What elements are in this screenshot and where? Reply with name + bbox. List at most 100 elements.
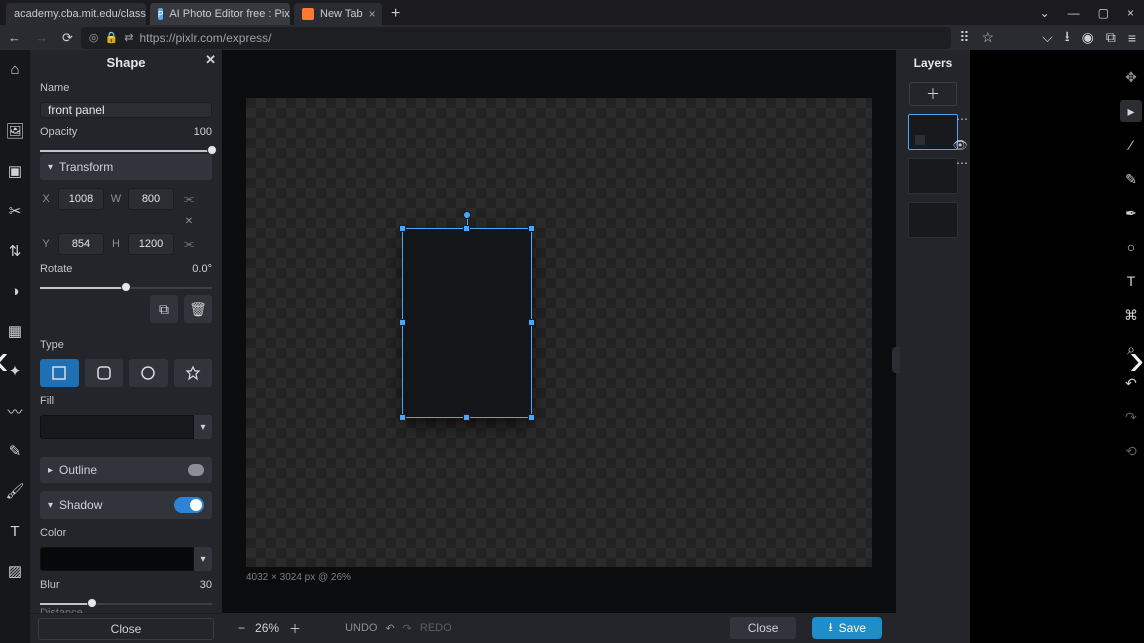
bezier-icon[interactable]: ✒	[1120, 202, 1142, 224]
w-input[interactable]	[128, 188, 174, 210]
browser-tab-3[interactable]: New Tab ×	[294, 3, 382, 25]
shape-type-ellipse[interactable]	[129, 359, 168, 387]
selected-shape[interactable]	[402, 228, 532, 418]
contrast-icon[interactable]: ◑	[2, 278, 28, 304]
text-tool-icon[interactable]: T	[1120, 270, 1142, 292]
lasso-icon[interactable]: 〰	[2, 398, 28, 424]
pen-tool-icon[interactable]: ✎	[1120, 168, 1142, 190]
close-button[interactable]: Close	[730, 617, 797, 639]
circle-icon[interactable]: ○	[1120, 236, 1142, 258]
x-input[interactable]	[58, 188, 104, 210]
close-panel-button[interactable]: Close	[38, 618, 214, 640]
save-icon: ⭳	[828, 618, 832, 639]
add-layer-button[interactable]: ＋	[909, 82, 957, 106]
url-input[interactable]: ◎ 🔒 ⇄ https://pixlr.com/express/	[81, 27, 951, 49]
permissions-icon: ⇄	[124, 31, 133, 44]
pointer-icon[interactable]: ▸	[1120, 100, 1142, 122]
link-icon[interactable]: ⫘	[180, 193, 198, 206]
resize-handle[interactable]	[463, 414, 470, 421]
x-label: X	[40, 193, 52, 205]
sparkle-icon[interactable]: ✦	[2, 358, 28, 384]
adjust-icon[interactable]: ⇅	[2, 238, 28, 264]
resize-handle[interactable]	[399, 319, 406, 326]
text-icon[interactable]: T	[2, 518, 28, 544]
redo-icon[interactable]: ↷	[1120, 406, 1142, 428]
outline-toggle-off[interactable]	[188, 464, 204, 476]
eyedropper-icon[interactable]: ⌕	[1120, 338, 1142, 360]
pattern-icon[interactable]: ▨	[2, 558, 28, 584]
shadow-toggle-on[interactable]	[174, 497, 204, 513]
transform-section-header[interactable]: ▾ Transform	[40, 154, 212, 180]
maximize-icon[interactable]: ▢	[1098, 6, 1109, 20]
name-input[interactable]	[40, 102, 212, 118]
transform-label: Transform	[59, 160, 113, 174]
h-input[interactable]	[128, 233, 174, 255]
redo-label[interactable]: REDO	[420, 622, 452, 634]
chevron-down-icon[interactable]: ⌄	[1040, 6, 1050, 20]
panel-collapse-handle[interactable]	[892, 347, 900, 373]
link-icon[interactable]: ⌘	[1120, 304, 1142, 326]
y-input[interactable]	[58, 233, 104, 255]
duplicate-button[interactable]: ⧉	[150, 295, 178, 323]
new-tab-button[interactable]: +	[384, 3, 408, 25]
resize-handle[interactable]	[399, 225, 406, 232]
layer-thumb-1[interactable]	[908, 114, 958, 150]
menu-icon[interactable]: ≡	[1128, 30, 1136, 46]
extensions-icon[interactable]: ⧉	[1106, 29, 1116, 46]
reset-icon[interactable]: ✕	[180, 216, 198, 227]
outline-section-header[interactable]: ▸ Outline	[40, 457, 212, 483]
eye-icon[interactable]: 👁	[953, 138, 968, 152]
image-add-icon[interactable]: 🖼	[2, 118, 28, 144]
close-icon[interactable]: ×	[369, 7, 376, 21]
grid-icon[interactable]: ▦	[2, 318, 28, 344]
translate-icon[interactable]: ⠿	[959, 29, 969, 46]
zoom-out-icon[interactable]: −	[238, 621, 245, 635]
canvas-area[interactable]: 4032 × 3024 px @ 26%	[222, 50, 896, 643]
shape-type-rounded[interactable]	[85, 359, 124, 387]
resize-handle[interactable]	[528, 319, 535, 326]
browser-tab-1[interactable]: academy.cba.mit.edu/classes/comp ×	[6, 3, 146, 25]
resize-handle[interactable]	[463, 225, 470, 232]
chevron-down-icon[interactable]: ▾	[194, 415, 212, 439]
zoom-in-icon[interactable]: ＋	[289, 620, 301, 637]
minimize-icon[interactable]: —	[1068, 6, 1080, 20]
reload-icon[interactable]: ⟳	[62, 30, 73, 46]
forward-icon[interactable]: →	[35, 30, 48, 45]
cut-icon[interactable]: ✂	[2, 198, 28, 224]
shadow-section-header[interactable]: ▾ Shadow	[40, 491, 212, 519]
layer-options-icon[interactable]: ⋯	[956, 112, 968, 126]
delete-button[interactable]: 🗑	[184, 295, 212, 323]
layer-thumb-2[interactable]	[908, 158, 958, 194]
wand-icon[interactable]: ⁄	[1120, 134, 1142, 156]
undo-label[interactable]: UNDO	[345, 622, 377, 634]
move-icon[interactable]: ✥	[1120, 66, 1142, 88]
history-icon[interactable]: ⟲	[1120, 440, 1142, 462]
shape-type-rect[interactable]	[40, 359, 79, 387]
resize-handle[interactable]	[528, 414, 535, 421]
undo-icon[interactable]: ↶	[1120, 372, 1142, 394]
home-icon[interactable]: ⌂	[2, 56, 28, 82]
resize-handle[interactable]	[399, 414, 406, 421]
layer-options-icon[interactable]: ⋯	[956, 156, 968, 170]
pocket-icon[interactable]: ⌵	[1042, 29, 1053, 46]
browser-tab-2[interactable]: P AI Photo Editor free : Pixlr Expre ×	[150, 3, 290, 25]
rotation-handle[interactable]	[463, 211, 471, 219]
close-panel-icon[interactable]: ✕	[205, 52, 216, 68]
fill-swatch[interactable]: ▾	[40, 415, 212, 439]
shadow-color-swatch[interactable]: ▾	[40, 547, 212, 571]
opacity-value: 100	[194, 126, 212, 138]
crop-icon[interactable]: ▣	[2, 158, 28, 184]
download-icon[interactable]: ⭳	[1065, 26, 1070, 50]
link-icon[interactable]: ⫘	[180, 238, 198, 251]
brush-icon[interactable]: 🖌	[2, 478, 28, 504]
chevron-down-icon[interactable]: ▾	[194, 547, 212, 571]
resize-handle[interactable]	[528, 225, 535, 232]
bookmark-icon[interactable]: ☆	[982, 29, 995, 46]
shape-type-star[interactable]	[174, 359, 213, 387]
close-icon[interactable]: ×	[1127, 6, 1134, 20]
save-button[interactable]: ⭳ Save	[812, 617, 882, 639]
pen-icon[interactable]: ✎	[2, 438, 28, 464]
back-icon[interactable]: ←	[8, 30, 21, 45]
account-icon[interactable]: ◉	[1082, 29, 1094, 46]
layer-thumb-3[interactable]	[908, 202, 958, 238]
